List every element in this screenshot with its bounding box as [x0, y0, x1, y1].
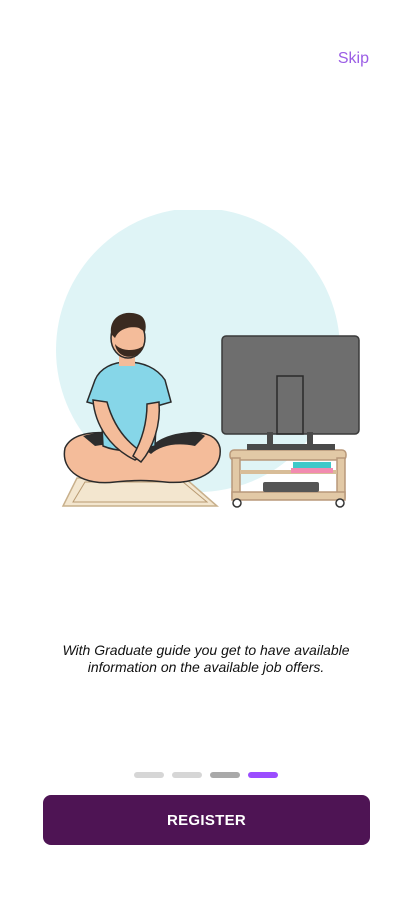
onboarding-caption: With Graduate guide you get to have avai… — [62, 642, 350, 675]
books — [293, 462, 331, 468]
skip-link[interactable]: Skip — [338, 50, 369, 68]
page-dot-4-active — [248, 772, 278, 778]
register-button[interactable]: REGISTER — [43, 795, 370, 845]
page-dot-2 — [172, 772, 202, 778]
page-dot-3 — [210, 772, 240, 778]
page-dot-1 — [134, 772, 164, 778]
console-box — [263, 482, 319, 492]
tv-screen — [221, 335, 360, 435]
onboarding-illustration — [56, 210, 360, 508]
page-indicator — [0, 772, 412, 778]
tv-stand-top — [229, 449, 347, 461]
tv-base — [247, 444, 335, 450]
